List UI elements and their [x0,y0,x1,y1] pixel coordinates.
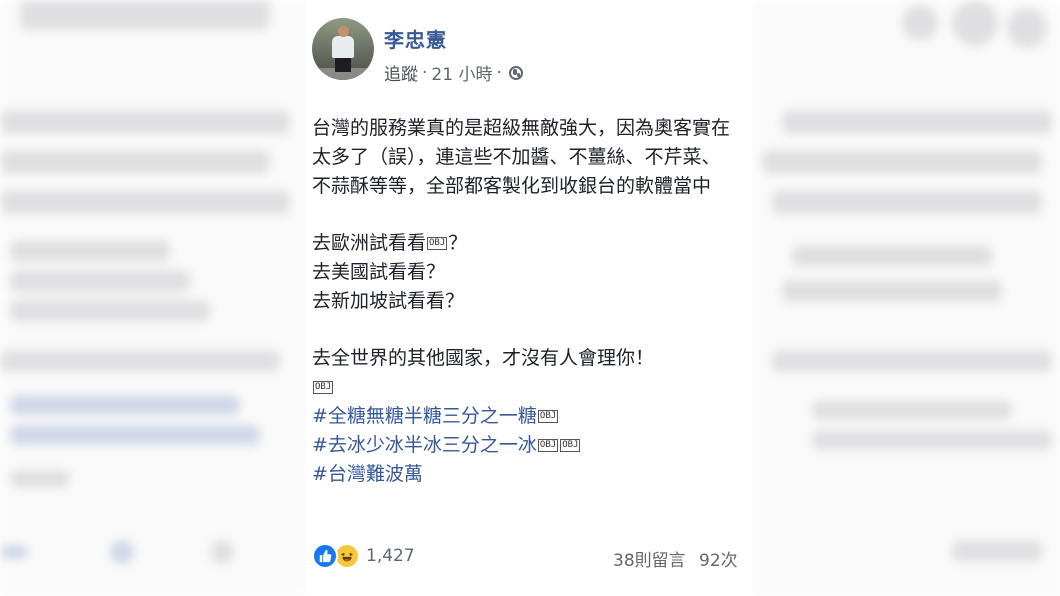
blurred-background-left [0,0,306,596]
post-meta: 追蹤 · 21 小時 · [384,60,523,85]
author-name-link[interactable]: 李忠憲 [384,24,447,53]
facebook-post: 李忠憲 追蹤 · 21 小時 · 台灣的服務業真的是超級無敵強大，因為奧客實在 … [306,0,752,596]
screenshot-stage: 李忠憲 追蹤 · 21 小時 · 台灣的服務業真的是超級無敵強大，因為奧客實在 … [0,0,1060,596]
thumbs-up-icon [319,549,332,563]
obj-glyph: OBJ [313,381,334,394]
engagement-stats: 38則留言 92次 [613,546,738,571]
post-timestamp[interactable]: 21 小時 [431,60,492,85]
hashtag-link[interactable]: #去冰少冰半冰三分之一冰 [312,434,537,456]
author-avatar[interactable] [312,18,374,80]
meta-separator: · [422,62,428,83]
laughing-face-icon [341,552,353,562]
obj-line: OBJ [312,373,752,402]
reaction-summary[interactable]: 1,427 [312,543,415,569]
hashtag-line: #去冰少冰半冰三分之一冰 OBJ OBJ [312,431,752,460]
obj-glyph: OBJ [427,237,448,250]
like-reaction-icon [312,543,338,569]
meta-separator: · [496,62,502,83]
blurred-background-right [752,0,1060,596]
globe-icon[interactable] [508,65,523,80]
follow-button[interactable]: 追蹤 [384,60,418,85]
post-body: 台灣的服務業真的是超級無敵強大，因為奧客實在 太多了（誤），連這些不加醬、不薑絲… [312,114,752,489]
share-count-link[interactable]: 92次 [699,551,738,571]
hashtag-link[interactable]: #全糖無糖半糖三分之一糖 [312,405,537,427]
body-line: 不蒜酥等等，全部都客製化到收銀台的軟體當中 [312,175,712,197]
hashtag-line: #台灣難波萬 [312,460,752,489]
body-line: 太多了（誤），連這些不加醬、不薑絲、不芹菜、 [312,146,721,168]
question-line: 去美國試看看？ [312,261,446,283]
hashtag-line: #全糖無糖半糖三分之一糖 OBJ [312,402,752,431]
obj-glyph: OBJ [537,410,559,423]
question-line: 去新加坡試看看？ [312,290,465,312]
body-line: 台灣的服務業真的是超級無敵強大，因為奧客實在 [312,117,731,139]
obj-glyph: OBJ [560,439,581,452]
reaction-count: 1,427 [366,546,415,566]
obj-glyph: OBJ [537,439,559,452]
closing-line: 去全世界的其他國家，才沒有人會理你！ [312,347,655,369]
hashtag-link[interactable]: #台灣難波萬 [312,463,423,485]
question-line: 去歐洲試看看 OBJ？ [312,232,468,254]
comment-count-link[interactable]: 38則留言 [613,551,686,571]
